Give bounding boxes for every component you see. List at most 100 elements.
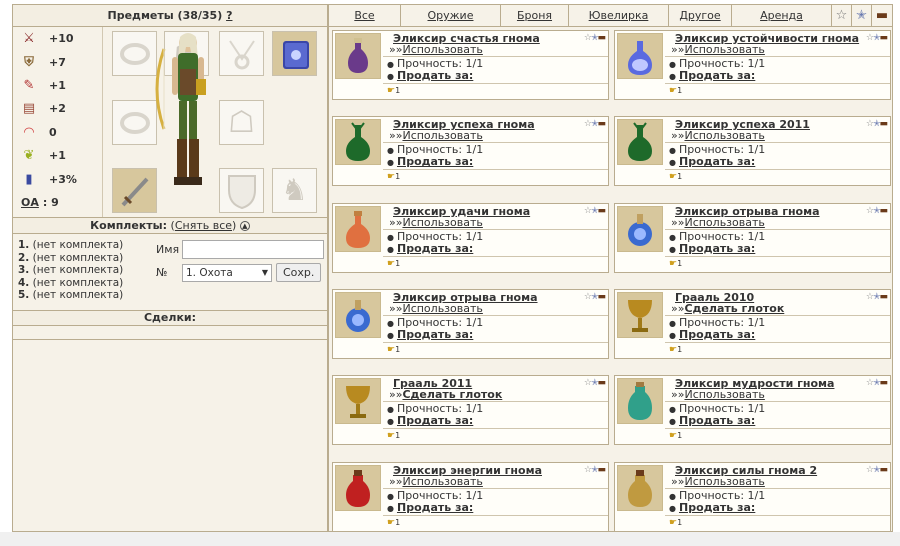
item-sell-link[interactable]: Продать за: <box>679 155 755 168</box>
item-action-link[interactable]: Использовать <box>684 43 764 56</box>
tab-rent[interactable]: Аренда <box>732 5 832 26</box>
item-sell-link[interactable]: Продать за: <box>679 328 755 341</box>
tab-jewelry[interactable]: Ювелирка <box>569 5 669 26</box>
bullet-icon: ● <box>669 491 676 501</box>
item-sell-row: ● Продать за: <box>387 242 473 255</box>
item-sell-link[interactable]: Продать за: <box>397 328 473 341</box>
set-item[interactable]: 4. (нет комплекта) <box>18 277 158 290</box>
help-link[interactable]: ? <box>226 9 232 22</box>
item-thumb[interactable] <box>335 378 381 425</box>
chest-icon[interactable]: ▬ <box>597 206 605 216</box>
star-outline-icon[interactable]: ☆ <box>866 119 874 129</box>
item-action-link[interactable]: Сделать глоток <box>684 302 784 315</box>
item-sell-link[interactable]: Продать за: <box>397 414 473 427</box>
item-count-row: ☛1 <box>669 172 682 182</box>
item-sell-link[interactable]: Продать за: <box>397 242 473 255</box>
item-action-link[interactable]: Использовать <box>402 43 482 56</box>
item-action-link[interactable]: Использовать <box>684 475 764 488</box>
item-action-row: »»Сделать глоток <box>671 301 785 315</box>
hand-icon: ☛ <box>669 344 678 355</box>
item-action-link[interactable]: Использовать <box>402 302 482 315</box>
chest-icon[interactable]: ▬ <box>879 292 887 302</box>
item-action-link[interactable]: Использовать <box>684 388 764 401</box>
hero-avatar[interactable] <box>154 29 218 209</box>
star-outline-icon[interactable]: ☆ <box>584 378 592 388</box>
set-number-select[interactable]: 1. Охота ▼ <box>182 263 272 282</box>
category-tabs: Все Оружие Броня Ювелирка Другое Аренда … <box>329 5 892 27</box>
collapse-icon[interactable]: ▲ <box>239 221 250 231</box>
star-outline-icon[interactable]: ☆ <box>584 33 592 43</box>
item-action-link[interactable]: Использовать <box>402 216 482 229</box>
item-action-link[interactable]: Использовать <box>684 216 764 229</box>
chest-icon[interactable]: ▬ <box>872 5 892 26</box>
item-thumb[interactable] <box>335 33 381 79</box>
item-sell-link[interactable]: Продать за: <box>679 414 755 427</box>
star-outline-icon[interactable]: ☆ <box>866 292 874 302</box>
star-outline-icon[interactable]: ☆ <box>866 206 874 216</box>
chest-icon[interactable]: ▬ <box>597 292 605 302</box>
item-flags: ☆✭▬ <box>866 206 888 216</box>
item-thumb[interactable] <box>617 291 663 338</box>
slot-ring-2[interactable] <box>112 100 157 145</box>
star-outline-icon[interactable]: ☆ <box>584 206 592 216</box>
item-thumb[interactable] <box>335 464 381 511</box>
tab-all[interactable]: Все <box>329 5 401 26</box>
star-outline-icon[interactable]: ☆ <box>866 378 874 388</box>
save-set-button[interactable]: Сохр. <box>276 263 322 282</box>
slot-mount[interactable]: ♞ <box>272 168 317 213</box>
tab-other[interactable]: Другое <box>669 5 732 26</box>
item-thumb[interactable] <box>617 464 663 511</box>
chest-icon[interactable]: ▬ <box>597 465 605 475</box>
item-sell-link[interactable]: Продать за: <box>679 69 755 82</box>
chest-icon[interactable]: ▬ <box>597 378 605 388</box>
item-thumb[interactable] <box>335 119 381 166</box>
set-item[interactable]: 1. (нет комплекта) <box>18 239 158 252</box>
set-item[interactable]: 2. (нет комплекта) <box>18 252 158 265</box>
set-name-input[interactable] <box>182 240 324 259</box>
chest-icon[interactable]: ▬ <box>597 119 605 129</box>
bullet-icon: ● <box>387 503 394 513</box>
star-outline-icon[interactable]: ☆ <box>832 5 852 26</box>
set-item[interactable]: 5. (нет комплекта) <box>18 289 158 302</box>
set-item[interactable]: 3. (нет комплекта) <box>18 264 158 277</box>
item-action-link[interactable]: Использовать <box>402 475 482 488</box>
chest-icon[interactable]: ▬ <box>879 378 887 388</box>
item-thumb[interactable] <box>617 33 663 79</box>
slot-ring-1[interactable] <box>112 31 157 76</box>
star-outline-icon[interactable]: ☆ <box>866 33 874 43</box>
item-thumb[interactable] <box>617 378 663 425</box>
star-outline-icon[interactable]: ☆ <box>584 119 592 129</box>
item-sell-link[interactable]: Продать за: <box>397 501 473 514</box>
slot-book[interactable] <box>272 31 317 76</box>
tab-armor[interactable]: Броня <box>501 5 569 26</box>
remove-all-link[interactable]: Снять все <box>175 219 232 232</box>
oa-label[interactable]: ОА <box>21 196 39 209</box>
bullet-icon: ● <box>387 146 394 156</box>
slot-shield[interactable] <box>219 168 264 213</box>
item-thumb[interactable] <box>335 291 381 338</box>
item-action-link[interactable]: Сделать глоток <box>402 388 502 401</box>
hand-icon: ☛ <box>669 258 678 269</box>
item-sell-link[interactable]: Продать за: <box>679 501 755 514</box>
chest-icon[interactable]: ▬ <box>879 33 887 43</box>
slot-cloak[interactable]: ☖ <box>219 100 264 145</box>
star-outline-icon[interactable]: ☆ <box>584 465 592 475</box>
item-thumb[interactable] <box>617 119 663 166</box>
item-action-link[interactable]: Использовать <box>684 129 764 142</box>
item-thumb[interactable] <box>617 205 663 252</box>
item-action-link[interactable]: Использовать <box>402 129 482 142</box>
star-blue-icon[interactable]: ✭ <box>852 5 872 26</box>
item-sell-link[interactable]: Продать за: <box>397 155 473 168</box>
tab-weapons[interactable]: Оружие <box>401 5 501 26</box>
item-thumb[interactable] <box>335 205 381 252</box>
star-outline-icon[interactable]: ☆ <box>584 292 592 302</box>
slot-amulet[interactable] <box>219 31 264 76</box>
item-sell-link[interactable]: Продать за: <box>397 69 473 82</box>
chest-icon[interactable]: ▬ <box>879 465 887 475</box>
chest-icon[interactable]: ▬ <box>879 206 887 216</box>
chest-icon[interactable]: ▬ <box>597 33 605 43</box>
slot-weapon[interactable] <box>112 168 157 213</box>
star-outline-icon[interactable]: ☆ <box>866 465 874 475</box>
item-sell-link[interactable]: Продать за: <box>679 242 755 255</box>
chest-icon[interactable]: ▬ <box>879 119 887 129</box>
